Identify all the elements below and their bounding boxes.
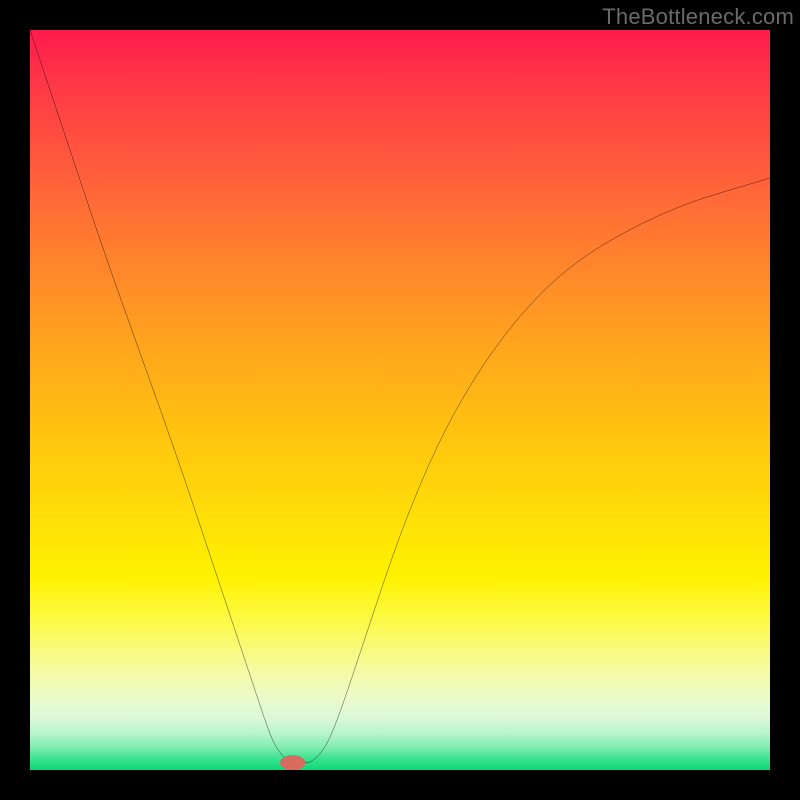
watermark-text: TheBottleneck.com [602, 4, 794, 30]
plot-area [30, 30, 770, 770]
minimum-marker [280, 755, 305, 770]
chart-frame: TheBottleneck.com [0, 0, 800, 800]
curve-line [30, 30, 770, 763]
chart-svg [30, 30, 770, 770]
